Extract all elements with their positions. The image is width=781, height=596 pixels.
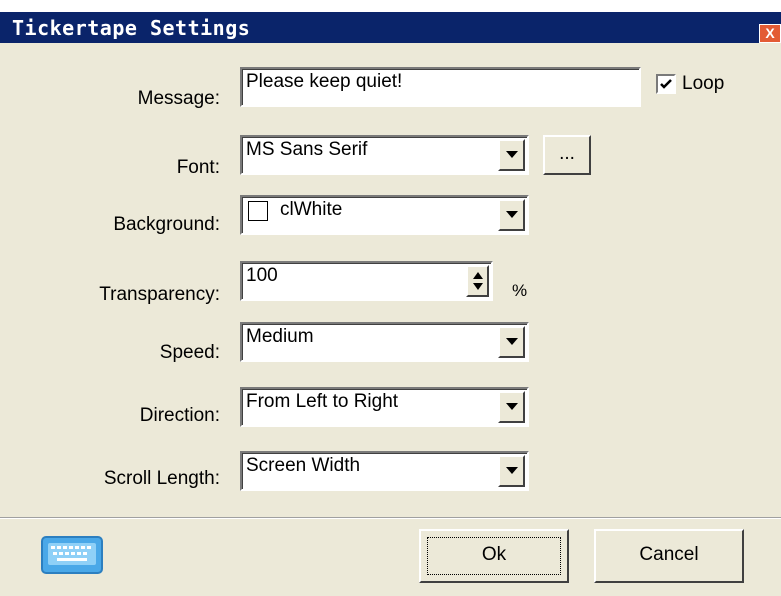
window-title: Tickertape Settings: [12, 16, 251, 40]
checkmark-icon: [660, 79, 672, 89]
speed-dropdown-button[interactable]: [498, 326, 525, 358]
title-bar: Tickertape Settings: [0, 12, 781, 43]
direction-select-value: From Left to Right: [246, 391, 399, 412]
footer-separator: [0, 517, 781, 519]
scroll-length-select[interactable]: Screen Width: [240, 451, 529, 491]
speed-select-value: Medium: [246, 326, 314, 347]
spin-arrows-icon: [473, 272, 483, 290]
chevron-down-icon: [506, 338, 518, 345]
direction-dropdown-button[interactable]: [498, 391, 525, 423]
loop-checkbox[interactable]: [656, 74, 676, 94]
speed-select[interactable]: Medium: [240, 322, 529, 362]
chevron-down-icon: [506, 211, 518, 218]
background-select[interactable]: clWhite: [240, 195, 529, 235]
transparency-value: 100: [246, 265, 278, 286]
keyboard-icon[interactable]: [41, 536, 103, 574]
font-label: Font:: [176, 157, 220, 178]
keyboard-icon-graphic: [41, 536, 103, 574]
scroll-length-dropdown-button[interactable]: [498, 455, 525, 487]
ok-button[interactable]: Ok: [419, 529, 569, 583]
direction-select[interactable]: From Left to Right: [240, 387, 529, 427]
speed-label: Speed:: [159, 342, 220, 363]
chevron-down-icon: [506, 467, 518, 474]
font-select[interactable]: MS Sans Serif: [240, 135, 529, 175]
background-select-value: clWhite: [280, 199, 343, 220]
font-dropdown-button[interactable]: [498, 139, 525, 171]
transparency-spinner[interactable]: 100: [240, 261, 493, 301]
font-select-value: MS Sans Serif: [246, 139, 368, 160]
loop-label: Loop: [682, 73, 725, 94]
scroll-length-select-value: Screen Width: [246, 455, 361, 476]
close-button[interactable]: X: [759, 24, 781, 43]
scroll-length-label: Scroll Length:: [103, 468, 220, 489]
transparency-spin-buttons[interactable]: [466, 265, 489, 297]
cancel-button[interactable]: Cancel: [594, 529, 744, 583]
font-browse-button[interactable]: ...: [543, 135, 591, 175]
color-swatch: [248, 201, 268, 221]
chevron-down-icon: [506, 151, 518, 158]
title-top-strip: [0, 0, 781, 12]
chevron-down-icon: [506, 403, 518, 410]
background-dropdown-button[interactable]: [498, 199, 525, 231]
direction-label: Direction:: [139, 405, 220, 426]
message-input[interactable]: Please keep quiet!: [240, 67, 641, 107]
message-label: Message:: [137, 88, 220, 109]
background-label: Background:: [113, 214, 220, 235]
transparency-label: Transparency:: [99, 284, 220, 305]
ok-button-label: Ok: [481, 544, 507, 565]
transparency-unit: %: [512, 281, 528, 300]
tickertape-settings-dialog: Tickertape Settings X Message: Please ke…: [0, 0, 781, 596]
